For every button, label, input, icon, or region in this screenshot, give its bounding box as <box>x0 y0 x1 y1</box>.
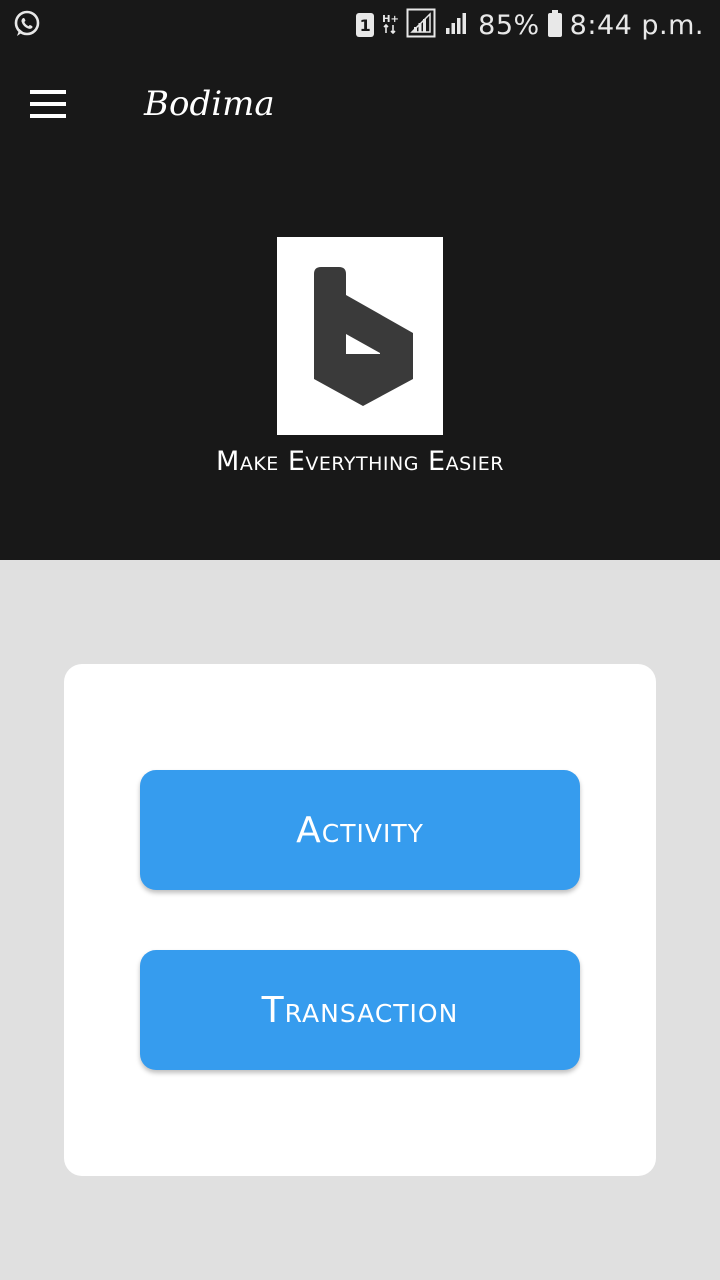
menu-line <box>30 102 66 106</box>
hero-banner: Make Everything Easier <box>0 160 720 560</box>
signal-sim1-icon <box>406 8 436 42</box>
menu-line <box>30 90 66 94</box>
actions-card: Activity Transaction <box>64 664 656 1176</box>
battery-percent: 85% <box>478 9 540 41</box>
app-title: Bodima <box>144 84 275 124</box>
whatsapp-icon <box>12 9 42 39</box>
sim-icon: 1 <box>356 13 375 37</box>
menu-line <box>30 114 66 118</box>
activity-button[interactable]: Activity <box>140 770 580 890</box>
status-bar: 1 H+ 85% 8:44 p.m. <box>0 0 720 50</box>
signal-sim2-icon <box>444 10 470 40</box>
tagline: Make Everything Easier <box>216 446 504 477</box>
hamburger-menu-icon[interactable] <box>22 80 74 128</box>
status-icons: 1 H+ 85% 8:44 p.m. <box>356 6 704 44</box>
battery-icon <box>547 10 562 37</box>
transaction-button[interactable]: Transaction <box>140 950 580 1070</box>
clock-time: 8:44 p.m. <box>569 9 704 41</box>
bodima-logo-icon <box>277 237 443 435</box>
app-bar: Bodima <box>0 50 720 160</box>
network-type-icon: H+ <box>382 14 399 36</box>
